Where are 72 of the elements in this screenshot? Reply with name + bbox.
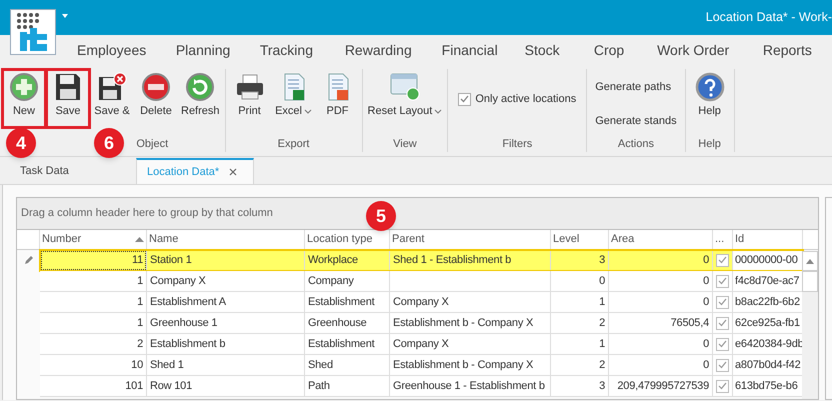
menu-tab[interactable]: Employees [77, 40, 176, 60]
table-cell: Row 101 [147, 376, 305, 397]
menu-tab[interactable]: Tracking [260, 40, 345, 60]
checkbox[interactable] [716, 338, 729, 350]
arrow-up-icon [806, 258, 814, 264]
tab-label: Task Data [20, 164, 69, 179]
close-icon[interactable] [229, 168, 238, 176]
printer-icon [234, 72, 265, 102]
step-marker: 4 [6, 128, 36, 158]
table-row[interactable]: 1 Establishment A Establishment Company X 1 0 b8ac22fb-6b2 [40, 292, 803, 313]
window-title: Location Data* - Work- [706, 9, 832, 26]
checkbox[interactable] [716, 316, 729, 330]
menu-tab[interactable]: Planning [176, 40, 260, 60]
ribbon-button[interactable]: Generate stands [589, 112, 683, 129]
step-marker: 6 [94, 128, 124, 158]
ribbon-button[interactable]: Save & [90, 69, 134, 128]
menu-tab[interactable]: Rewarding [344, 40, 442, 60]
table-row[interactable]: 1 Company X Company 0 0 f4c8d70e-ac7 [40, 271, 803, 292]
menu-tab[interactable]: Reports [762, 40, 832, 60]
checkbox[interactable] [716, 380, 729, 392]
table-cell: 00000000-00 [733, 250, 803, 271]
checkbox[interactable]: Only active locations [450, 91, 584, 108]
chevron-down-icon [304, 108, 312, 114]
checkbox-box[interactable] [458, 92, 472, 106]
table-cell: Greenhouse 1 - Establishment b [390, 376, 551, 397]
scrollbar[interactable] [802, 251, 818, 399]
refresh-icon [185, 72, 216, 102]
table-row[interactable]: 10 Shed 1 Shed Establishment b - Company X 2 0 a807b0d4-f42 [40, 355, 803, 376]
menu-tab[interactable]: Crop [594, 40, 658, 60]
table-cell: 209,479995727539 [609, 376, 713, 397]
table-cell: 101 [40, 376, 147, 397]
ribbon-button[interactable]: Print [228, 69, 272, 128]
help-icon [694, 72, 725, 102]
ribbon-button[interactable]: Refresh [178, 69, 223, 128]
tab-label: Location Data* [147, 164, 220, 180]
chevron-down-icon [434, 108, 442, 114]
minus-circle-icon [141, 72, 171, 102]
ribbon-button[interactable]: Delete [134, 69, 178, 128]
tab[interactable]: Task Data [10, 158, 80, 184]
checkbox[interactable] [716, 254, 729, 266]
menu-tab[interactable]: Work Order [657, 40, 763, 60]
ribbon-button[interactable]: Save [46, 69, 90, 128]
group-label: Object [136, 136, 168, 152]
group-label: Filters [502, 136, 532, 152]
ribbon-button[interactable]: Generate paths [589, 79, 678, 96]
group-label: Help [698, 136, 721, 152]
ribbon-button[interactable]: Reset Layout [364, 69, 446, 128]
menu-tab[interactable]: Stock [524, 40, 594, 60]
checkbox[interactable] [716, 358, 729, 372]
scrollbar-thumb[interactable] [802, 271, 818, 292]
table-cell: 3 [551, 376, 609, 397]
table-row[interactable]: 2 Establishment b Establishment Company X 1 0 e6420384-9db [40, 334, 803, 355]
checkbox[interactable] [716, 274, 729, 288]
table-row[interactable]: 11 Station 1 Workplace Shed 1 - Establishment b 3 0 00000000-00 [40, 250, 803, 271]
menu-tab[interactable]: Financial [442, 40, 525, 60]
plus-circle-icon [9, 72, 39, 102]
ribbon-button[interactable]: Excel [272, 69, 316, 128]
group-label: Export [278, 136, 310, 152]
table-cell: Path [305, 376, 390, 397]
group-label: Actions [618, 136, 654, 152]
group-label: View [393, 136, 417, 152]
checkbox[interactable] [716, 296, 729, 308]
floppy-disk-x-icon [97, 72, 127, 102]
scroll-up-button[interactable] [802, 251, 818, 271]
table-row[interactable]: 1 Greenhouse 1 Greenhouse Establishment b - Company X 2 76505,4 62ce925a-fb1 [40, 313, 803, 334]
app-logo[interactable] [10, 9, 56, 55]
table-row[interactable]: 101 Row 101 Path Greenhouse 1 - Establishment b 3 209,479995727539 613bd75e-b6 [40, 376, 803, 397]
dropdown-caret-icon[interactable] [62, 14, 68, 18]
window-refresh-icon [388, 72, 421, 102]
ribbon-button[interactable]: Help [688, 69, 732, 128]
ribbon-button[interactable]: New [2, 69, 46, 128]
ribbon-button[interactable]: PDF [316, 69, 360, 128]
